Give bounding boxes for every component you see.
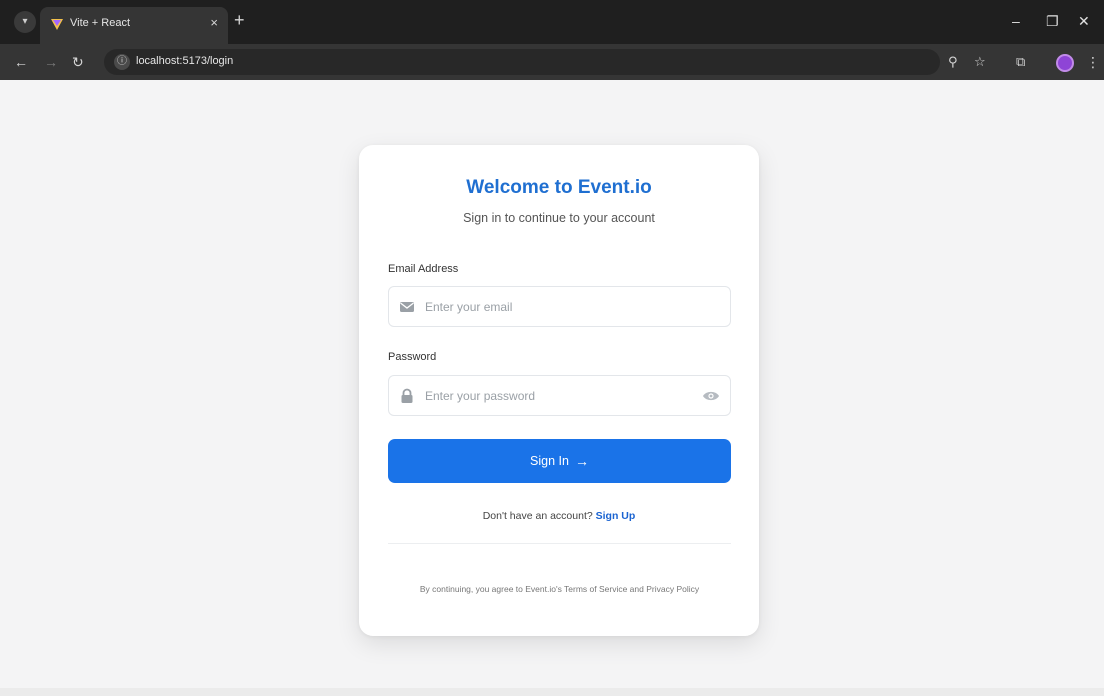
email-input[interactable] bbox=[425, 287, 705, 326]
window-restore-icon[interactable]: ❐ bbox=[1046, 10, 1059, 32]
tab-active[interactable]: Vite + React × bbox=[40, 7, 228, 44]
browser-toolbar: ← → ↻ ⓘ localhost:5173/login ⚲ ☆ ⧉ ⋮ bbox=[0, 44, 1104, 80]
tab-bar: ▾ Vite + React × + – ❐ ✕ bbox=[0, 0, 1104, 44]
login-title: Welcome to Event.io bbox=[466, 177, 652, 198]
bookmark-star-icon[interactable]: ☆ bbox=[974, 52, 986, 72]
login-subtitle: Sign in to continue to your account bbox=[463, 211, 655, 225]
vite-logo-icon bbox=[51, 19, 63, 30]
back-icon[interactable]: ← bbox=[14, 52, 28, 72]
address-bar[interactable]: ⓘ localhost:5173/login bbox=[104, 49, 940, 75]
window-close-icon[interactable]: ✕ bbox=[1078, 10, 1090, 32]
login-card: Welcome to Event.io Sign in to continue … bbox=[359, 145, 759, 636]
site-info-icon[interactable]: ⓘ bbox=[114, 54, 130, 70]
zoom-icon[interactable]: ⚲ bbox=[948, 52, 958, 72]
url-text[interactable]: localhost:5173/login bbox=[136, 55, 233, 67]
signup-prompt: Don't have an account? bbox=[482, 510, 596, 522]
email-field-box[interactable] bbox=[388, 286, 731, 327]
new-tab-button[interactable]: + bbox=[234, 10, 245, 30]
password-input[interactable] bbox=[425, 376, 705, 415]
forward-icon[interactable]: → bbox=[44, 52, 58, 72]
reload-icon[interactable]: ↻ bbox=[72, 52, 84, 72]
arrow-right-icon: → bbox=[574, 453, 589, 469]
eye-icon[interactable] bbox=[702, 389, 720, 403]
page-bottom-edge bbox=[0, 688, 1104, 696]
password-label: Password bbox=[388, 351, 437, 363]
signup-row: Don't have an account? Sign Up bbox=[359, 510, 759, 522]
email-label: Email Address bbox=[388, 263, 459, 275]
lock-icon bbox=[401, 388, 413, 403]
browser-chrome: ▾ Vite + React × + – ❐ ✕ ← → ↻ ⓘ localho… bbox=[0, 0, 1104, 80]
divider bbox=[388, 543, 731, 544]
tab-search-icon[interactable]: ▾ bbox=[14, 11, 36, 33]
password-field-box[interactable] bbox=[388, 375, 731, 416]
sign-in-button[interactable]: Sign In → bbox=[388, 439, 731, 483]
envelope-icon bbox=[400, 302, 414, 312]
sign-up-link[interactable]: Sign Up bbox=[596, 510, 636, 522]
profile-avatar[interactable] bbox=[1056, 54, 1074, 72]
terms-text: By continuing, you agree to Event.io's T… bbox=[419, 584, 700, 594]
sign-in-label: Sign In bbox=[530, 454, 569, 468]
tab-close-icon[interactable]: × bbox=[210, 15, 218, 30]
window-minimize-icon[interactable]: – bbox=[1012, 10, 1020, 32]
login-page: Welcome to Event.io Sign in to continue … bbox=[8, 80, 1104, 688]
browser-menu-icon[interactable]: ⋮ bbox=[1086, 52, 1100, 72]
tab-title: Vite + React bbox=[70, 17, 131, 29]
extensions-icon[interactable]: ⧉ bbox=[1016, 52, 1025, 72]
